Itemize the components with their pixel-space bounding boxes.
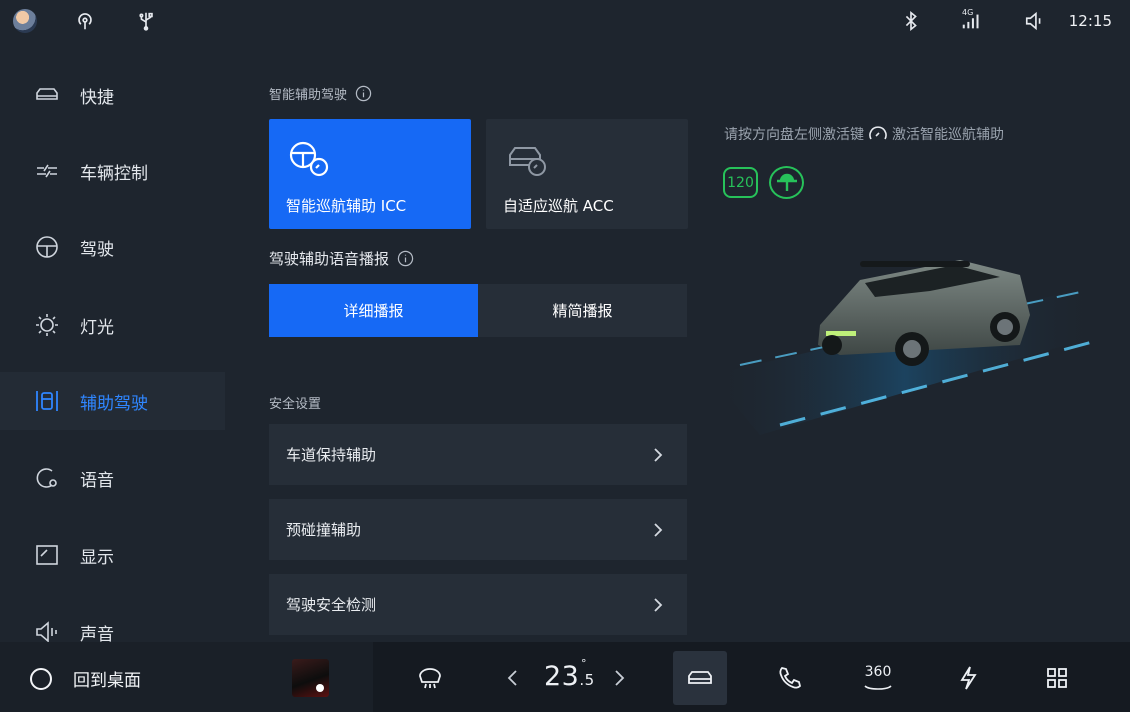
chevron-right-icon: [654, 522, 663, 537]
energy-icon[interactable]: [954, 664, 982, 692]
sidebar-item-label: 车辆控制: [80, 163, 148, 184]
signal-4g-icon: 4G: [960, 8, 982, 32]
section-title-label: 驾驶辅助语音播报: [269, 250, 390, 268]
hint-text-after: 激活智能巡航辅助: [892, 127, 1004, 143]
speed-limit-badge: 120: [723, 167, 758, 198]
dock-left-area: 回到桌面: [0, 642, 373, 712]
phone-icon[interactable]: [776, 664, 804, 692]
cruise-button-icon: [869, 126, 887, 140]
chevron-right-icon: [654, 597, 663, 612]
activation-hint: 请按方向盘左侧激活键 激活智能巡航辅助: [724, 124, 1004, 144]
temperature-display: 23.5 °: [544, 657, 595, 692]
row-label: 驾驶安全检测: [286, 596, 377, 614]
sidebar-item-driving[interactable]: 驾驶: [0, 218, 225, 276]
voice-option-detailed[interactable]: 详细播报: [269, 284, 478, 337]
album-art[interactable]: [292, 659, 329, 697]
sidebar-item-label: 显示: [80, 547, 114, 568]
hotspot-icon[interactable]: [74, 10, 96, 32]
mode-label: 自适应巡航 ACC: [503, 197, 614, 215]
steering-wheel-icon: [36, 236, 58, 258]
car-icon: [688, 671, 712, 684]
apps-grid-icon[interactable]: [1043, 664, 1071, 692]
temperature-fraction: .5: [579, 671, 595, 689]
car-shortcut-icon: [36, 88, 58, 100]
light-bulb-icon: [36, 314, 58, 336]
sidebar-item-label: 灯光: [80, 317, 114, 338]
temperature-degree: °: [581, 657, 587, 670]
sidebar-item-shortcut[interactable]: 快捷: [0, 66, 225, 124]
sidebar-item-label: 辅助驾驶: [80, 393, 148, 414]
sidebar-item-assisted-driving[interactable]: 辅助驾驶: [0, 372, 225, 430]
section-title-safety: 安全设置: [269, 393, 321, 412]
assist-driving-icon: [36, 391, 58, 411]
bluetooth-icon[interactable]: [900, 10, 922, 32]
defrost-icon[interactable]: [416, 664, 444, 692]
status-bar: 4G 12:15: [0, 0, 1130, 44]
car-illustration: [710, 260, 1101, 435]
voice-option-label: 详细播报: [343, 302, 404, 320]
section-title-assist: 智能辅助驾驶: [269, 84, 372, 103]
usb-icon[interactable]: [135, 10, 157, 32]
sidebar-item-label: 语音: [80, 470, 114, 491]
home-label: 回到桌面: [73, 671, 141, 691]
speed-limit-value: 120: [727, 174, 754, 191]
voice-option-concise[interactable]: 精简播报: [478, 284, 687, 337]
info-icon[interactable]: [397, 250, 414, 267]
safety-row-lane-keep[interactable]: 车道保持辅助: [269, 424, 687, 485]
display-icon: [36, 545, 58, 565]
temperature-whole: 23: [544, 661, 580, 692]
sidebar-item-label: 声音: [80, 624, 114, 645]
safety-row-pre-collision[interactable]: 预碰撞辅助: [269, 499, 687, 560]
sidebar-item-label: 快捷: [80, 87, 114, 108]
steering-assist-icon: [769, 166, 804, 199]
sidebar-item-voice[interactable]: 语音: [0, 449, 225, 507]
avatar[interactable]: [13, 9, 37, 33]
adaptive-cruise-icon: [509, 147, 546, 176]
section-title-label: 安全设置: [269, 397, 322, 412]
mode-card-acc[interactable]: 自适应巡航 ACC: [486, 119, 688, 229]
sidebar-item-vehicle-control[interactable]: 车辆控制: [0, 142, 225, 200]
row-label: 车道保持辅助: [286, 446, 377, 464]
mode-label: 智能巡航辅助 ICC: [286, 197, 407, 215]
temp-increase-icon[interactable]: [611, 667, 627, 689]
cruise-steering-icon: [289, 141, 329, 177]
clock: 12:15: [1068, 12, 1112, 30]
voice-option-label: 精简播报: [552, 302, 613, 320]
voice-icon: [36, 468, 57, 488]
section-title-voice: 驾驶辅助语音播报: [269, 248, 414, 269]
mode-card-icc[interactable]: 智能巡航辅助 ICC: [269, 119, 471, 229]
view-360-button[interactable]: 360: [861, 664, 895, 694]
chevron-right-icon: [654, 447, 663, 462]
volume-icon[interactable]: [1024, 10, 1046, 32]
signal-label: 4G: [962, 8, 974, 17]
section-title-label: 智能辅助驾驶: [269, 88, 348, 103]
sidebar-item-label: 驾驶: [80, 239, 114, 260]
vehicle-control-icon: [37, 164, 57, 178]
sidebar-item-lights[interactable]: 灯光: [0, 296, 225, 354]
rotate-icon: [864, 685, 892, 690]
hint-text-before: 请按方向盘左侧激活键: [724, 127, 864, 143]
sidebar-item-display[interactable]: 显示: [0, 526, 225, 584]
temp-decrease-icon[interactable]: [505, 667, 521, 689]
safety-row-driver-monitor[interactable]: 驾驶安全检测: [269, 574, 687, 635]
bottom-dock: 回到桌面 23.5 ° 360: [0, 642, 1130, 712]
home-button[interactable]: 回到桌面: [30, 666, 141, 691]
info-icon[interactable]: [355, 85, 372, 102]
home-circle-icon: [30, 667, 52, 690]
view-360-label: 360: [864, 664, 892, 680]
row-label: 预碰撞辅助: [286, 521, 362, 539]
